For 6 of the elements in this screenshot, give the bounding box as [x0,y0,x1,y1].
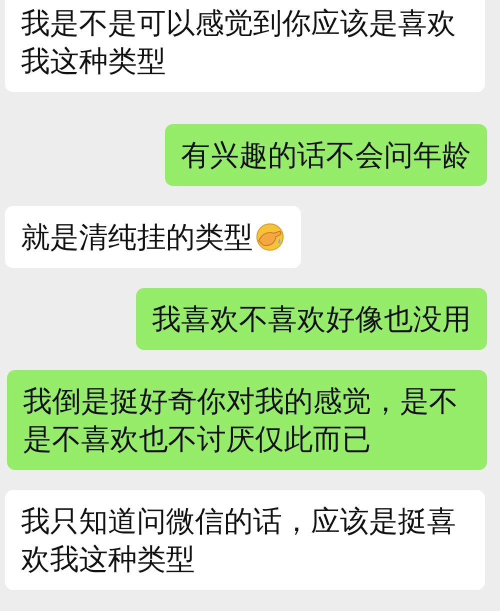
message-text: 我喜欢不喜欢好像也没用 [152,302,471,336]
message-text: 就是清纯挂的类型 [21,220,253,254]
message-text: 我是不是可以感觉到你应该是喜欢我这种类型 [21,6,456,78]
message-text: 我倒是挺好奇你对我的感觉，是不是不喜欢也不讨厌仅此而已 [23,384,458,456]
message-text: 有兴趣的话不会问年龄 [181,138,471,172]
message-text: 我只知道问微信的话，应该是挺喜欢我这种类型 [21,504,456,576]
